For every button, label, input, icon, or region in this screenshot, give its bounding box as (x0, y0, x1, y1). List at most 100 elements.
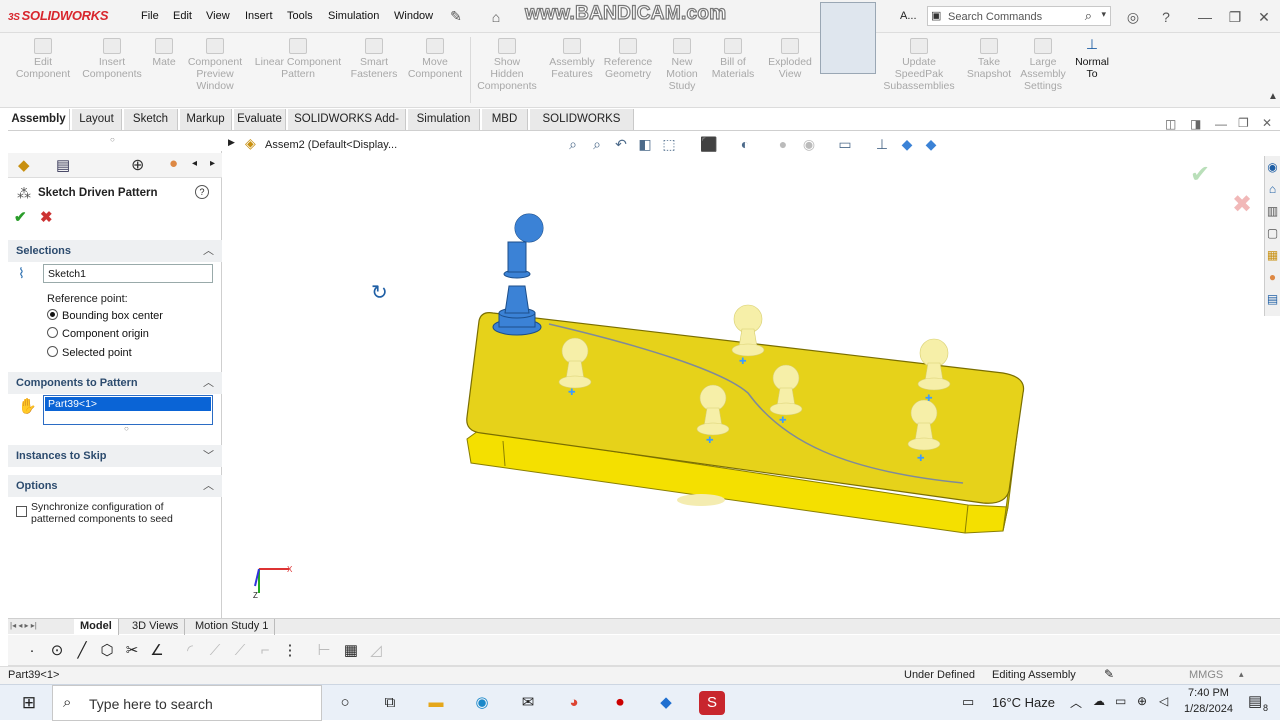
tab-simulation[interactable]: Simulation (408, 109, 480, 130)
close-window-icon[interactable]: ✕ (1255, 8, 1273, 26)
ribbon-large-assembly-settings-button[interactable]: Large Assembly Settings (1016, 38, 1070, 92)
ribbon-component-preview-window-button[interactable]: Component Preview Window (184, 38, 246, 92)
model-graphics[interactable]: ↻ ✚ ✚ ✚ ✚ ✚ ✚ X Z (223, 131, 1263, 620)
scenes-icon[interactable]: ● (1265, 266, 1280, 288)
ribbon-bill-of-materials-button[interactable]: Bill of Materials (708, 38, 758, 80)
pane-scroll-left-icon[interactable]: ◂ (192, 158, 197, 169)
ribbon-update-speedpak-button[interactable]: Update SpeedPak Subassemblies (880, 38, 958, 92)
pin-icon[interactable]: ✎ (447, 7, 465, 25)
radio-dot[interactable] (47, 346, 58, 357)
weather-icon[interactable]: ▭ (962, 694, 974, 710)
list-resize-handle[interactable]: ○ (124, 424, 129, 433)
tab-assembly[interactable]: Assembly (8, 109, 70, 130)
minimize-icon[interactable]: — (1196, 8, 1214, 26)
appearances-icon[interactable]: ▦ (1265, 244, 1280, 266)
appearance-icon[interactable]: ● (169, 155, 178, 172)
chamfer-icon[interactable]: ⟋ (205, 641, 225, 661)
component-list-item[interactable]: Part39<1> (45, 397, 211, 411)
tab-sketch[interactable]: Sketch (124, 109, 178, 130)
grid-icon[interactable]: ▦ (341, 641, 361, 661)
radio-dot[interactable] (47, 327, 58, 338)
menu-view[interactable]: View (206, 10, 230, 22)
menu-simulation[interactable]: Simulation (328, 10, 379, 22)
mail-icon[interactable]: ✉ (515, 691, 541, 715)
file-explorer-icon[interactable]: ▥ (1265, 200, 1280, 222)
tab-scroll-arrows-icon[interactable]: |◂ ◂ ▸ ▸| (10, 621, 37, 630)
radio-component-origin[interactable]: Component origin (47, 327, 149, 340)
viewport-restore-icon[interactable]: ❐ (1238, 116, 1249, 130)
magnifier-icon[interactable]: ⌕ (1085, 8, 1092, 24)
pane-splitter-handle[interactable]: ○ (110, 135, 115, 144)
battery-icon[interactable]: ▭ (1115, 694, 1126, 708)
smart-dimension-icon[interactable]: ◿ (366, 641, 386, 661)
task-view-icon[interactable]: ⧉ (377, 691, 403, 715)
pane-scroll-right-icon[interactable]: ▸ (210, 158, 215, 169)
ribbon-move-component-button[interactable]: Move Component (402, 38, 468, 80)
menu-insert[interactable]: Insert (245, 10, 273, 22)
tab-markup[interactable]: Markup (180, 109, 232, 130)
clock-time[interactable]: 7:40 PM (1188, 687, 1229, 699)
viewport-split-icon[interactable]: ◨ (1190, 117, 1201, 131)
menu-file[interactable]: File (141, 10, 159, 22)
radio-bounding-box-center[interactable]: Bounding box center (47, 309, 163, 322)
rectangle-icon[interactable]: ⌐ (255, 641, 275, 661)
tab-3d-views[interactable]: 3D Views (126, 619, 186, 635)
onedrive-icon[interactable]: ☁ (1093, 694, 1105, 708)
windows-start-icon[interactable]: ⊞ (16, 691, 42, 715)
feature-manager-icon[interactable]: ◆ (18, 156, 30, 174)
tab-motion-study-1[interactable]: Motion Study 1 (189, 619, 276, 635)
radio-selected-point[interactable]: Selected point (47, 346, 132, 359)
cortana-icon[interactable]: ○ (332, 691, 358, 715)
menu-tools[interactable]: Tools (287, 10, 313, 22)
line-icon[interactable]: ╱ (72, 641, 92, 661)
section-selections[interactable]: Selections ︿ (8, 240, 222, 262)
clock-date[interactable]: 1/28/2024 (1184, 703, 1233, 715)
user-account-icon[interactable]: ◎ (1124, 8, 1142, 26)
design-library-icon[interactable]: ⌂ (1265, 178, 1280, 200)
help-icon[interactable]: ? (1157, 8, 1175, 26)
menu-edit[interactable]: Edit (173, 10, 192, 22)
point-icon[interactable]: · (22, 641, 42, 661)
expand-chevron-icon[interactable]: ﹀ (203, 445, 214, 467)
circle-icon[interactable]: ⊙ (47, 641, 67, 661)
units-chevron-icon[interactable]: ▴ (1239, 669, 1244, 680)
mirror-icon[interactable]: ⊢ (314, 641, 334, 661)
property-manager-icon[interactable]: ▤ (56, 156, 70, 174)
chevron-down-icon[interactable]: ▾ (1101, 9, 1106, 20)
menu-window[interactable]: Window (394, 10, 433, 22)
construction-icon[interactable]: ⋮ (280, 641, 300, 661)
viewport-tile-icon[interactable]: ◫ (1165, 117, 1176, 131)
section-components-to-pattern[interactable]: Components to Pattern ︿ (8, 372, 222, 394)
rebuild-icon[interactable]: ✎ (1104, 667, 1114, 681)
ribbon-new-motion-study-button[interactable]: New Motion Study (660, 38, 704, 92)
bandicam-icon[interactable]: ⏺ (607, 691, 633, 715)
ribbon-exploded-view-button[interactable]: Exploded View (764, 38, 816, 80)
tab-solidworks-add-ins[interactable]: SOLIDWORKS Add-Ins (288, 109, 406, 145)
taskbar-search-box[interactable]: ⌕ Type here to search (52, 685, 322, 721)
view-palette-icon[interactable]: ▢ (1265, 222, 1280, 244)
weather-text[interactable]: 16°C Haze (992, 695, 1055, 710)
seed-pawn-head[interactable] (515, 214, 543, 242)
restore-icon[interactable]: ❐ (1226, 8, 1244, 26)
sketch-selection-field[interactable]: Sketch1 (43, 264, 213, 283)
custom-properties-icon[interactable]: ▤ (1265, 288, 1280, 310)
fillet-icon[interactable]: ◜ (180, 641, 200, 661)
solidworks-logo[interactable]: 3S SOLIDWORKS (8, 8, 109, 23)
network-icon[interactable]: ⊕ (1137, 694, 1147, 708)
tab-layout[interactable]: Layout (72, 109, 122, 130)
collapse-chevron-icon[interactable]: ︿ (203, 475, 214, 497)
cancel-x-icon[interactable]: ✖ (40, 208, 53, 226)
radio-dot-selected[interactable] (47, 309, 58, 320)
ribbon-edit-component-button[interactable]: Edit Component (8, 38, 78, 80)
status-units[interactable]: MMGS (1189, 669, 1223, 681)
help-question-icon[interactable]: ? (195, 185, 209, 199)
ribbon-smart-fasteners-button[interactable]: Smart Fasteners (350, 38, 398, 80)
ok-check-icon[interactable]: ✔ (14, 208, 27, 226)
collapse-ribbon-icon[interactable]: ▲ (1268, 91, 1278, 102)
search-commands-input[interactable]: ▣ Search Commands ⌕ ▾ (927, 6, 1111, 26)
solidworks-taskbar-icon[interactable]: S (699, 691, 725, 715)
viewport-close-icon[interactable]: ✕ (1262, 116, 1272, 130)
preview-pawn[interactable] (731, 304, 765, 357)
ribbon-insert-components-button[interactable]: Insert Components (80, 38, 144, 80)
solidworks-resources-icon[interactable]: ◉ (1265, 156, 1280, 178)
